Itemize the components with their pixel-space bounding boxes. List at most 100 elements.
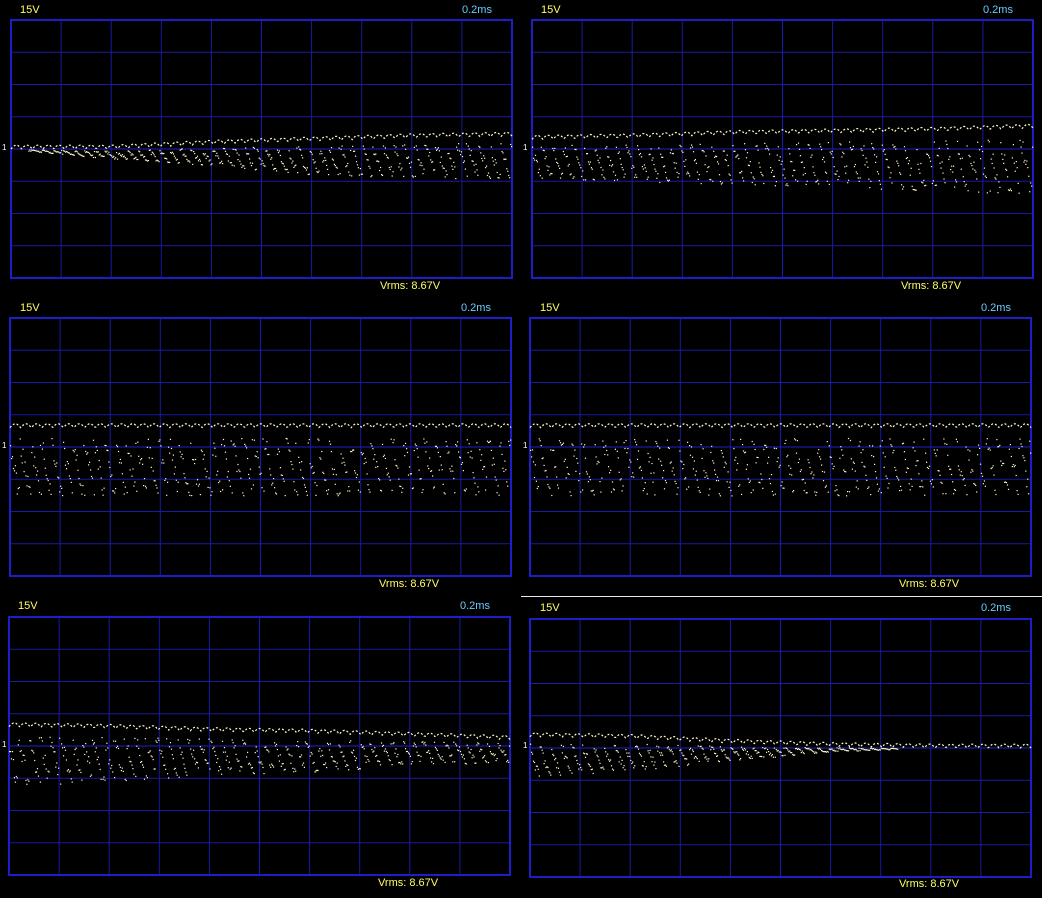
trace-dot: [805, 183, 807, 185]
trace-dot: [595, 749, 597, 751]
trace-dot: [884, 456, 886, 458]
trace-dot: [295, 442, 297, 444]
trace-dot: [482, 468, 484, 470]
trace-dot: [923, 179, 925, 181]
trace-dot: [979, 149, 981, 151]
trace-dot: [787, 454, 789, 456]
trace-dot: [354, 150, 356, 152]
trace-dot: [222, 438, 225, 441]
trace-dot: [188, 491, 190, 493]
trace-dot: [708, 166, 710, 168]
trace-dot: [896, 475, 898, 478]
trace-dot: [121, 767, 123, 769]
trace-dot: [854, 164, 856, 166]
trace-dot: [555, 757, 557, 759]
trace-dot: [207, 155, 209, 158]
trace-dot: [172, 153, 175, 155]
trace-dot: [888, 167, 890, 169]
trace-dot: [361, 173, 363, 175]
trace-dot: [810, 156, 812, 158]
trace-dot: [737, 154, 739, 156]
trace-dot: [289, 754, 291, 756]
trace-dot: [50, 493, 52, 495]
trace-dot: [183, 153, 185, 155]
trace-dot: [590, 167, 592, 169]
trace-dot: [213, 442, 215, 444]
trace-dot: [864, 164, 866, 166]
trace-dot: [365, 153, 367, 155]
trace-dot: [343, 461, 345, 463]
trace-dot: [360, 744, 362, 746]
trace-dot: [106, 150, 108, 152]
trace-dot: [336, 762, 338, 764]
trace-dot: [541, 177, 543, 179]
trace-dot: [535, 159, 538, 161]
trace-dot: [862, 449, 864, 451]
trace-dot: [725, 463, 727, 465]
trace-dot: [658, 746, 660, 748]
trace-dot: [804, 482, 806, 484]
trace-dot: [83, 444, 85, 447]
trace-dot: [307, 746, 309, 748]
trace-dot: [577, 462, 579, 464]
trace-dot: [616, 450, 618, 452]
trace-dot: [38, 491, 41, 494]
trace-dot: [210, 740, 212, 742]
trace-dot: [651, 159, 653, 161]
trace-dot: [62, 747, 64, 749]
trace-dot: [801, 161, 803, 163]
trace-dot: [423, 438, 425, 440]
trace-dot: [966, 494, 968, 496]
trace-dot: [774, 185, 776, 187]
trace-dot: [77, 759, 79, 761]
trace-dot: [63, 755, 65, 757]
trace-dot: [693, 757, 695, 759]
trace-dot: [423, 168, 425, 170]
trace-dot: [656, 745, 658, 747]
trace-dot: [168, 446, 170, 448]
trace-dot: [90, 475, 93, 478]
trace-dot: [967, 190, 969, 192]
trace-dot: [531, 753, 534, 755]
trace-dot: [1006, 169, 1008, 171]
trace-dot: [691, 749, 694, 751]
trace-dot: [110, 475, 112, 478]
trace-dot: [762, 175, 764, 177]
trace-dot: [1028, 175, 1030, 177]
trace-dot: [672, 153, 674, 155]
trace-dot: [171, 459, 174, 461]
trace-dot: [581, 175, 583, 178]
trace-dot: [875, 477, 878, 479]
trace-dot: [546, 165, 548, 167]
trace-dot: [131, 764, 133, 766]
trace-dot: [74, 449, 76, 451]
trace-dot: [166, 158, 168, 160]
trace-dot: [533, 761, 536, 764]
trace-dot: [689, 747, 692, 749]
trace-dot: [423, 743, 425, 745]
trace-dot: [319, 457, 321, 459]
trace-dot: [275, 743, 278, 745]
trace-dot: [462, 470, 464, 472]
trace-dot: [982, 173, 985, 175]
trace-dot: [13, 777, 15, 779]
trace-dot: [146, 777, 148, 779]
trace-dot: [639, 152, 642, 155]
trace-dot: [909, 489, 911, 491]
trace-dot: [825, 485, 827, 487]
trace-dot: [234, 745, 236, 747]
trace-dot: [202, 751, 204, 753]
trace-dot: [858, 747, 860, 749]
trace-dot: [341, 751, 343, 753]
trace-dot: [369, 491, 371, 493]
trace-dot: [470, 450, 472, 452]
trace-dot: [843, 469, 845, 471]
trace-dot: [385, 467, 387, 469]
trace-dot: [885, 475, 887, 477]
vrms-readout: Vrms: 8.67V: [379, 578, 440, 590]
trace-dot: [958, 469, 960, 471]
trace-dot: [660, 460, 662, 462]
trace-dot: [628, 752, 630, 754]
trace-dot: [549, 174, 551, 176]
trace-dot: [599, 157, 601, 159]
